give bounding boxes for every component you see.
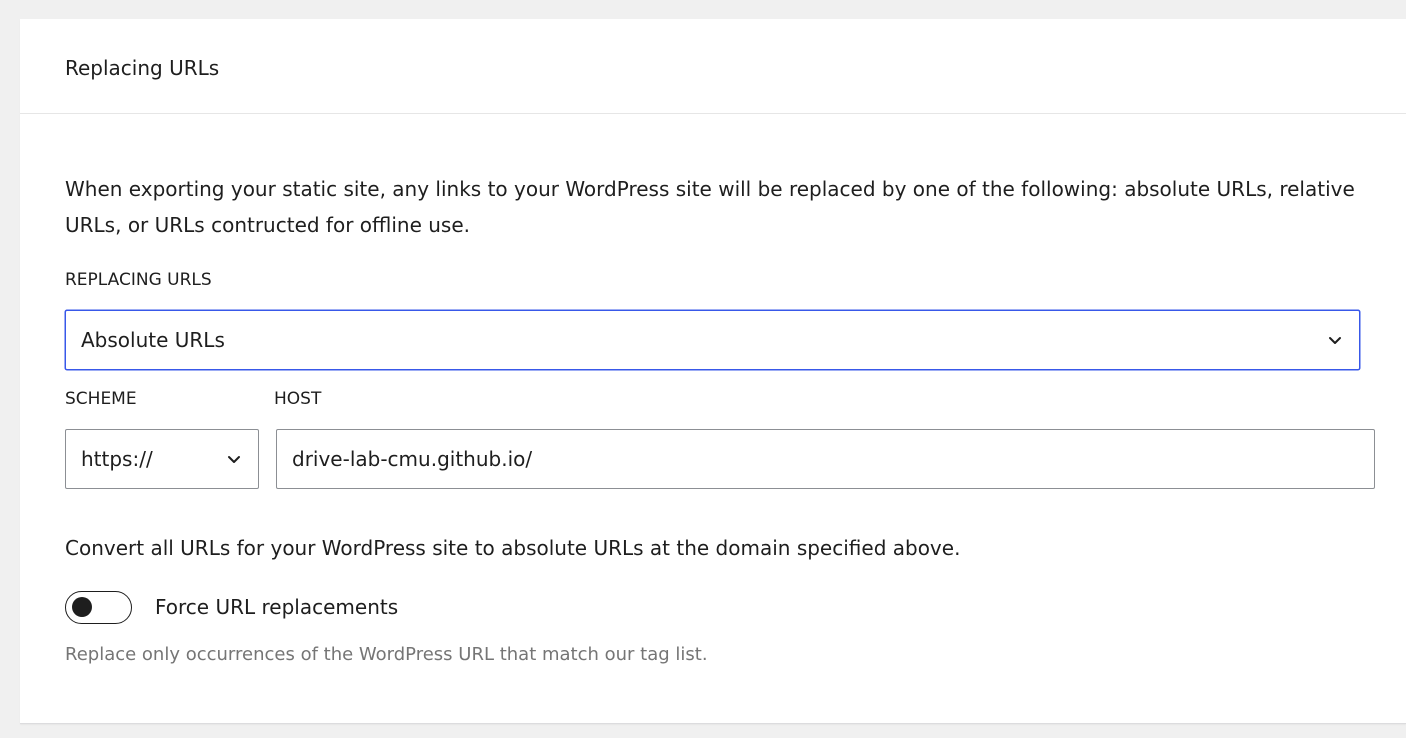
panel-header: Replacing URLs: [20, 19, 1406, 114]
replacing-urls-label: REPLACING URLS: [65, 270, 212, 290]
force-url-replacements-label[interactable]: Force URL replacements: [155, 592, 398, 622]
force-url-replacements-help: Replace only occurrences of the WordPres…: [65, 644, 708, 665]
panel-title: Replacing URLs: [65, 56, 220, 80]
scheme-select[interactable]: https://: [65, 429, 259, 489]
force-url-replacements-row: Force URL replacements: [65, 590, 398, 624]
chevron-down-icon: [228, 456, 240, 463]
convert-description: Convert all URLs for your WordPress site…: [65, 536, 961, 560]
host-input[interactable]: [276, 429, 1375, 489]
scheme-label: SCHEME: [65, 389, 137, 409]
panel-description: When exporting your static site, any lin…: [65, 177, 1355, 237]
replacing-urls-selected-value: Absolute URLs: [81, 328, 225, 352]
force-url-replacements-toggle[interactable]: [65, 590, 132, 624]
host-label: HOST: [274, 389, 322, 409]
replacing-urls-panel: Replacing URLs When exporting your stati…: [20, 19, 1406, 724]
scheme-selected-value: https://: [81, 447, 153, 471]
chevron-down-icon: [1329, 337, 1341, 344]
replacing-urls-select[interactable]: Absolute URLs: [65, 310, 1360, 370]
toggle-knob: [72, 597, 92, 617]
